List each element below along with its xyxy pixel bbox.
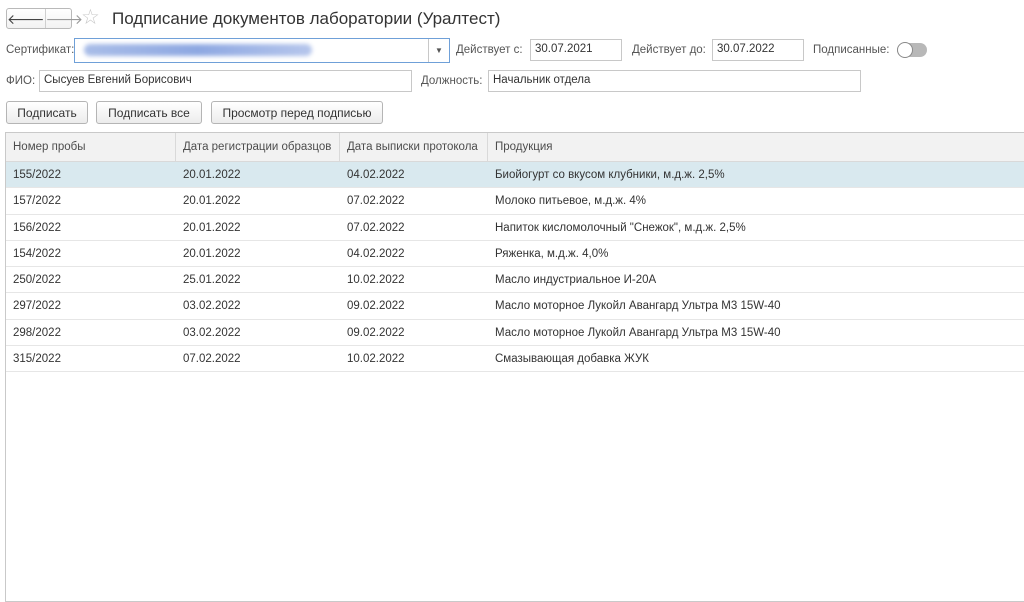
cell-product: Молоко питьевое, м.д.ж. 4% [495, 195, 647, 208]
cell-sample-number: 250/2022 [13, 274, 61, 287]
history-nav: 🡐 🡒 [6, 8, 83, 29]
cell-product: Масло индустриальное И-20А [495, 274, 657, 287]
table-row[interactable]: 156/2022 20.01.2022 07.02.2022 Напиток к… [6, 215, 1024, 241]
cell-sample-number: 297/2022 [13, 300, 61, 313]
column-header-sample-number[interactable]: Номер пробы [6, 133, 176, 161]
table-row[interactable]: 250/2022 25.01.2022 10.02.2022 Масло инд… [6, 267, 1024, 294]
forward-arrow-icon[interactable]: 🡒 [44, 9, 83, 28]
cell-protocol-date: 04.02.2022 [347, 247, 405, 260]
valid-from-label: Действует с: [456, 44, 523, 56]
cell-registration-date: 20.01.2022 [183, 195, 241, 208]
cell-registration-date: 03.02.2022 [183, 326, 241, 339]
cell-sample-number: 298/2022 [13, 326, 61, 339]
certificate-select[interactable]: ▼ [74, 38, 450, 63]
table-row[interactable]: 298/2022 03.02.2022 09.02.2022 Масло мот… [6, 320, 1024, 347]
favorite-star-icon[interactable]: ☆ [81, 7, 100, 28]
cell-product: Биойогурт со вкусом клубники, м.д.ж. 2,5… [495, 169, 725, 181]
column-header-protocol-date[interactable]: Дата выписки протокола [340, 133, 488, 161]
signed-label: Подписанные: [813, 44, 890, 56]
cell-protocol-date: 04.02.2022 [347, 169, 405, 181]
cell-product: Масло моторное Лукойл Авангард Ультра М3… [495, 326, 781, 339]
documents-table: Номер пробы Дата регистрации образцов Да… [5, 132, 1024, 602]
column-header-registration-date[interactable]: Дата регистрации образцов [176, 133, 340, 161]
cell-registration-date: 20.01.2022 [183, 247, 241, 260]
column-header-product[interactable]: Продукция [488, 133, 1024, 161]
cell-protocol-date: 09.02.2022 [347, 326, 405, 339]
cell-product: Напиток кисломолочный "Снежок", м.д.ж. 2… [495, 221, 746, 234]
cell-registration-date: 20.01.2022 [183, 169, 241, 181]
cell-protocol-date: 09.02.2022 [347, 300, 405, 313]
cell-product: Масло моторное Лукойл Авангард Ультра М3… [495, 300, 781, 313]
table-row[interactable]: 315/2022 07.02.2022 10.02.2022 Смазывающ… [6, 346, 1024, 373]
valid-to-label: Действует до: [632, 44, 706, 56]
signed-toggle[interactable] [897, 42, 927, 58]
cell-protocol-date: 07.02.2022 [347, 221, 405, 234]
position-field[interactable]: Начальник отдела [488, 70, 861, 92]
page-title: Подписание документов лаборатории (Уралт… [112, 9, 501, 28]
fio-field[interactable]: Сысуев Евгений Борисович [39, 70, 412, 92]
fio-label: ФИО: [6, 75, 36, 87]
sign-all-button[interactable]: Подписать все [96, 101, 202, 124]
certificate-value-redacted [84, 44, 312, 56]
table-row[interactable]: 297/2022 03.02.2022 09.02.2022 Масло мот… [6, 293, 1024, 320]
toggle-knob [897, 42, 913, 58]
cell-sample-number: 315/2022 [13, 353, 61, 366]
table-header: Номер пробы Дата регистрации образцов Да… [6, 133, 1024, 162]
cell-registration-date: 07.02.2022 [183, 353, 241, 366]
cell-protocol-date: 07.02.2022 [347, 195, 405, 208]
cell-registration-date: 25.01.2022 [183, 274, 241, 287]
cell-sample-number: 155/2022 [13, 169, 61, 181]
cell-protocol-date: 10.02.2022 [347, 274, 405, 287]
cell-sample-number: 154/2022 [13, 247, 61, 260]
back-arrow-icon[interactable]: 🡐 [7, 9, 45, 28]
chevron-down-icon[interactable]: ▼ [428, 39, 449, 62]
sign-button[interactable]: Подписать [6, 101, 88, 124]
cell-product: Смазывающая добавка ЖУК [495, 353, 649, 366]
valid-to-field[interactable]: 30.07.2022 [712, 39, 804, 61]
table-row[interactable]: 155/2022 20.01.2022 04.02.2022 Биойогурт… [6, 162, 1024, 189]
preview-before-sign-button[interactable]: Просмотр перед подписью [211, 101, 383, 124]
cell-sample-number: 156/2022 [13, 221, 61, 234]
table-row[interactable]: 154/2022 20.01.2022 04.02.2022 Ряженка, … [6, 241, 1024, 268]
cell-registration-date: 03.02.2022 [183, 300, 241, 313]
table-row[interactable]: 157/2022 20.01.2022 07.02.2022 Молоко пи… [6, 188, 1024, 215]
certificate-label: Сертификат: [6, 44, 75, 56]
cell-registration-date: 20.01.2022 [183, 221, 241, 234]
cell-product: Ряженка, м.д.ж. 4,0% [495, 247, 609, 260]
cell-protocol-date: 10.02.2022 [347, 353, 405, 366]
valid-from-field[interactable]: 30.07.2021 [530, 39, 622, 61]
position-label: Должность: [421, 75, 483, 87]
cell-sample-number: 157/2022 [13, 195, 61, 208]
